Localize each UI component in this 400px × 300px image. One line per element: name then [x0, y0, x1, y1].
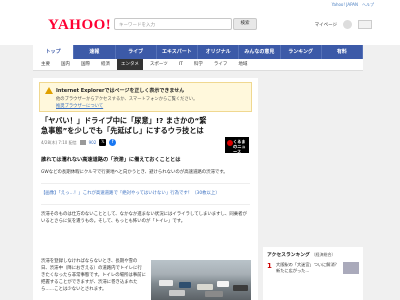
mypage-link[interactable]: マイページ — [315, 22, 337, 28]
ranking-title: アクセスランキング （経済総合） — [267, 251, 359, 258]
article-title: 「ヤバい！」ドライブ中に「尿意」!? まさかの“緊急事態”を少しでも「先延ばし」… — [41, 116, 207, 135]
sub-nav-entertainment[interactable]: エンタメ — [117, 59, 143, 70]
ranking-subtitle: （経済総合） — [311, 252, 336, 257]
car-shape — [159, 280, 173, 286]
top-link-yahoo[interactable]: Yahoo! JAPAN — [332, 2, 358, 7]
publisher-logo-text: くるまのニュース — [233, 139, 246, 154]
header: YAHOO! ニュース キーワードを入力 検索 マイページ — [0, 9, 400, 45]
x-share-icon[interactable]: 𝕏 — [99, 139, 107, 146]
comment-count[interactable]: 902 — [89, 140, 97, 145]
car-shape — [197, 284, 213, 290]
ranking-title-text: アクセスランキング — [267, 253, 310, 258]
sub-nav-domestic[interactable]: 国内 — [57, 59, 74, 70]
car-shape — [205, 291, 223, 297]
article-paragraph: GWなどの長期休暇にクルマで行楽地へと向かうとき、避けられないのが高速道路の渋滞… — [41, 170, 228, 175]
sub-nav: 主要 国内 国際 経済 エンタメ スポーツ IT 科学 ライフ 地域 — [33, 59, 363, 71]
main-nav-paid[interactable]: 有料 — [322, 45, 363, 59]
sub-nav-international[interactable]: 国際 — [77, 59, 94, 70]
menu-button[interactable] — [358, 20, 372, 29]
sub-nav-life[interactable]: ライフ — [210, 59, 232, 70]
browser-notice: Internet Explorerではページを正しく表示できません 他のブラウザ… — [39, 82, 252, 112]
car-shape — [179, 282, 191, 288]
main-nav-expert[interactable]: エキスパート — [157, 45, 198, 59]
page: Yahoo! JAPAN ヘルプ YAHOO! ニュース キーワードを入力 検索… — [0, 0, 400, 300]
car-shape — [169, 290, 185, 296]
article-paragraph: 渋滞そのものは仕方のないこととして、なかなか進まない状況にはイライラしてしまいま… — [41, 212, 247, 224]
article-bottom: 渋滞を登録しなければならないとき、長期や雪の日、渋滞中（降におぎえる）の道路内で… — [41, 258, 251, 300]
car-shape — [233, 285, 248, 291]
ranking-headline[interactable]: 大阪駅の「大迷宮」ついに解消？ 新たに広がった... — [276, 262, 340, 274]
sub-nav-science[interactable]: 科学 — [190, 59, 207, 70]
access-ranking: アクセスランキング （経済総合） 1 大阪駅の「大迷宮」ついに解消？ 新たに広が… — [263, 247, 363, 300]
main-nav-breaking[interactable]: 速報 — [74, 45, 116, 59]
sub-nav-sports[interactable]: スポーツ — [146, 59, 172, 70]
main-nav-opinions[interactable]: みんなの意見 — [239, 45, 281, 59]
article-date: 4/28(木) 7:10 配信 — [41, 139, 77, 145]
sub-nav-it[interactable]: IT — [175, 59, 187, 70]
ranking-number: 1 — [267, 262, 272, 270]
main-nav-ranking[interactable]: ランキング — [281, 45, 322, 59]
main-nav-top[interactable]: トップ — [33, 45, 75, 59]
header-right: マイページ — [315, 20, 372, 29]
article-meta: 4/28(木) 7:10 配信 902 𝕏 f — [41, 139, 250, 146]
search-input[interactable]: キーワードを入力 — [114, 18, 232, 30]
sub-nav-economy[interactable]: 経済 — [97, 59, 114, 70]
ranking-item[interactable]: 1 大阪駅の「大迷宮」ついに解消？ 新たに広がった... — [267, 262, 359, 274]
main-nav-original[interactable]: オリジナル — [198, 45, 240, 59]
main-nav: トップ 速報 ライブ エキスパート オリジナル みんなの意見 ランキング 有料 — [33, 45, 363, 59]
ranking-thumbnail[interactable] — [343, 262, 359, 274]
facebook-share-icon[interactable]: f — [109, 139, 117, 146]
sub-nav-main[interactable]: 主要 — [37, 59, 54, 70]
article-card: Internet Explorerではページを正しく表示できません 他のブラウザ… — [33, 78, 258, 300]
notice-text: 他のブラウザーからアクセスするか、スマートフォンからご覧ください。 — [56, 97, 198, 102]
search-button[interactable]: 検索 — [233, 18, 257, 30]
sub-nav-local[interactable]: 地域 — [234, 59, 251, 70]
top-strip: Yahoo! JAPAN ヘルプ — [0, 0, 400, 9]
user-icon[interactable] — [343, 20, 352, 29]
comment-icon[interactable] — [79, 140, 86, 145]
warning-icon — [45, 87, 53, 94]
car-shape — [217, 281, 229, 287]
notice-title: Internet Explorerではページを正しく表示できません — [56, 88, 185, 94]
article-subhead: 誰れては濡れない高速道路の「渋滞」に備えておくこととは — [41, 157, 181, 163]
divider — [41, 204, 250, 205]
main-nav-live[interactable]: ライブ — [116, 45, 157, 59]
sidebar-ad-area — [263, 78, 363, 228]
traffic-jam-photo[interactable] — [151, 260, 251, 300]
top-link-help[interactable]: ヘルプ — [362, 2, 374, 8]
publisher-logo[interactable]: くるまのニュース — [225, 137, 249, 154]
logo-text: YAHOO! — [48, 17, 112, 33]
divider — [41, 183, 250, 184]
article-paragraph: 渋滞を登録しなければならないとき、長期や雪の日、渋滞中（降におぎえる）の道路内で… — [41, 259, 146, 292]
gallery-link[interactable]: 【画像】「えっ…！」これが高速道路で「絶対やってはいけない」行為です！（30枚以… — [41, 190, 250, 197]
notice-link[interactable]: 推奨ブラウザーについて — [56, 103, 245, 109]
